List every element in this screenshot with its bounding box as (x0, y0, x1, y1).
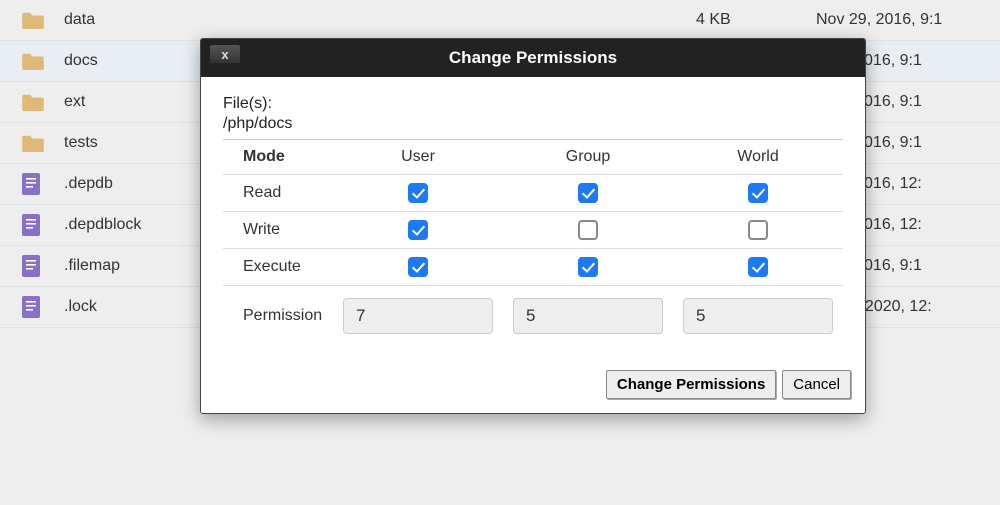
permission-user-input[interactable] (343, 298, 493, 334)
header-group: Group (503, 140, 673, 175)
label-write: Write (223, 212, 333, 249)
checkbox-write-user[interactable] (408, 220, 428, 240)
dialog-footer: Change Permissions Cancel (201, 360, 865, 413)
cancel-button[interactable]: Cancel (782, 370, 851, 399)
header-world: World (673, 140, 843, 175)
checkbox-read-group[interactable] (578, 183, 598, 203)
checkbox-execute-world[interactable] (748, 257, 768, 277)
header-mode: Mode (223, 140, 333, 175)
checkbox-read-world[interactable] (748, 183, 768, 203)
file-icon (22, 297, 46, 317)
permission-world-input[interactable] (683, 298, 833, 334)
checkbox-write-world[interactable] (748, 220, 768, 240)
change-permissions-dialog: x Change Permissions File(s): /php/docs … (200, 38, 866, 414)
permissions-header-row: Mode User Group World (223, 140, 843, 175)
dialog-title-text: Change Permissions (449, 48, 617, 67)
checkbox-execute-user[interactable] (408, 257, 428, 277)
row-read: Read (223, 175, 843, 212)
folder-icon (22, 133, 46, 153)
row-permission: Permission (223, 286, 843, 347)
folder-icon (22, 51, 46, 71)
change-permissions-button[interactable]: Change Permissions (606, 370, 776, 399)
row-write: Write (223, 212, 843, 249)
folder-icon (22, 92, 46, 112)
file-icon (22, 256, 46, 276)
file-size: 4 KB (696, 11, 816, 29)
file-name: data (64, 11, 696, 29)
label-execute: Execute (223, 249, 333, 286)
permission-group-input[interactable] (513, 298, 663, 334)
label-read: Read (223, 175, 333, 212)
label-permission: Permission (223, 286, 333, 347)
close-button[interactable]: x (209, 44, 241, 64)
header-user: User (333, 140, 503, 175)
checkbox-write-group[interactable] (578, 220, 598, 240)
file-date: Nov 29, 2016, 9:1 (816, 11, 986, 29)
folder-icon (22, 10, 46, 30)
dialog-body: File(s): /php/docs Mode User Group World… (201, 77, 865, 360)
permissions-table: Mode User Group World Read Write Execute (223, 139, 843, 346)
dialog-titlebar[interactable]: x Change Permissions (201, 39, 865, 77)
row-execute: Execute (223, 249, 843, 286)
checkbox-read-user[interactable] (408, 183, 428, 203)
files-path: /php/docs (223, 115, 843, 133)
checkbox-execute-group[interactable] (578, 257, 598, 277)
files-label: File(s): (223, 95, 843, 113)
close-icon: x (221, 47, 228, 62)
file-icon (22, 174, 46, 194)
file-icon (22, 215, 46, 235)
file-row[interactable]: data4 KBNov 29, 2016, 9:1 (0, 0, 1000, 41)
